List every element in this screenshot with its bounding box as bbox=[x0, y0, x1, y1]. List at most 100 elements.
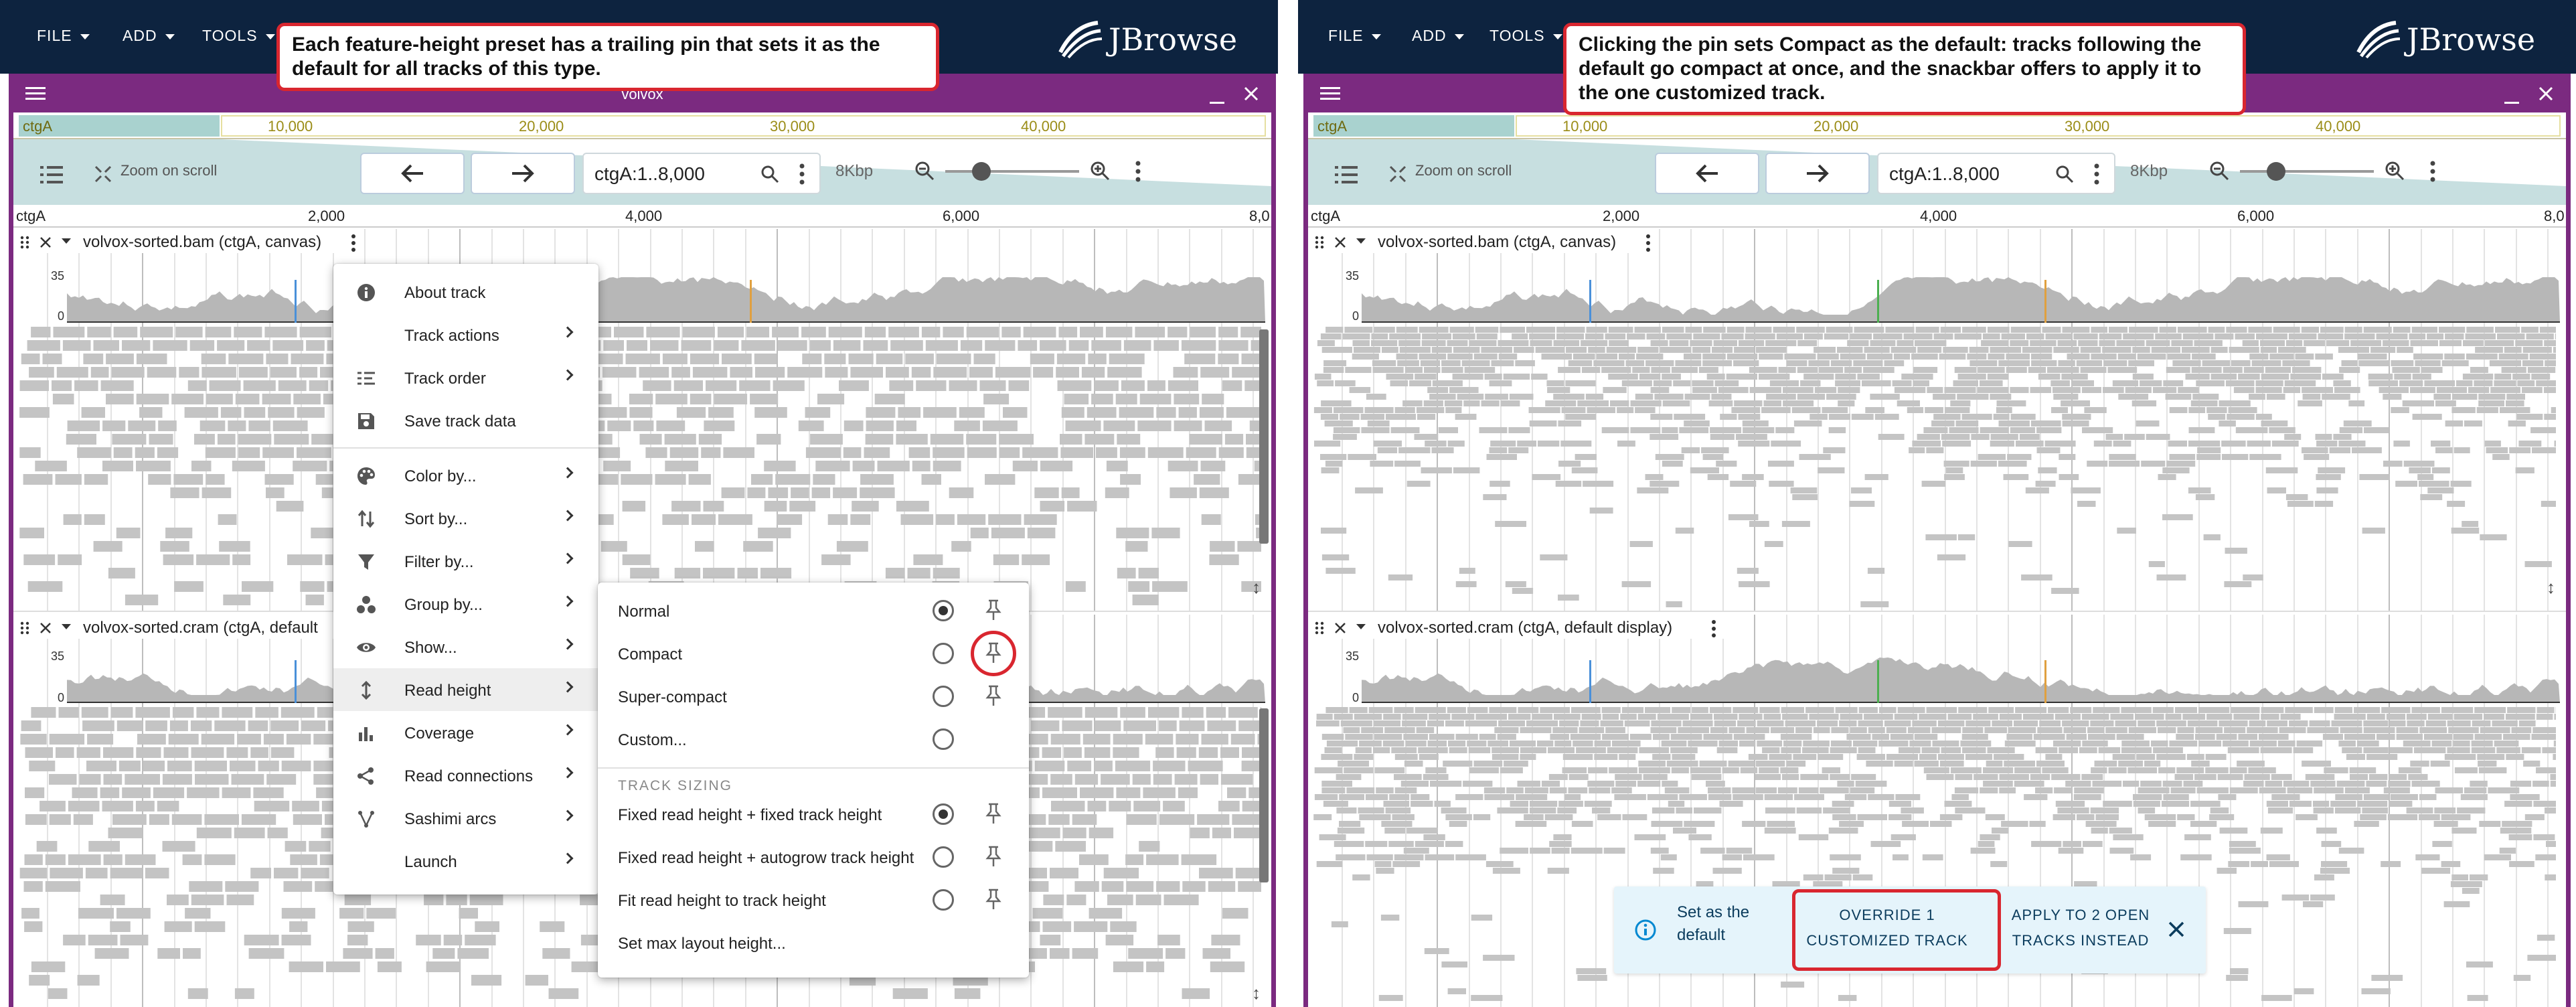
sizing-fit[interactable]: Fit read height to track height bbox=[598, 878, 1029, 921]
more-vert-icon[interactable] bbox=[2094, 163, 2099, 185]
location-search[interactable]: ctgA:1..8,000 bbox=[582, 153, 821, 194]
sizing-fixed-fixed[interactable]: Fixed read height + fixed track height bbox=[598, 793, 1029, 836]
zoom-on-scroll-label[interactable]: Zoom on scroll bbox=[120, 162, 217, 179]
menu-item-group-by[interactable]: Group by... bbox=[333, 583, 598, 625]
menu-item-color-by[interactable]: Color by... bbox=[333, 454, 598, 497]
track-selector-icon[interactable] bbox=[40, 165, 63, 185]
menu-item-read-connections[interactable]: Read connections bbox=[333, 754, 598, 797]
drag-handle-icon[interactable] bbox=[1315, 236, 1324, 249]
pin-icon[interactable] bbox=[983, 888, 1003, 911]
zoom-out-icon[interactable] bbox=[914, 161, 935, 181]
back-button[interactable] bbox=[360, 153, 465, 194]
preset-compact[interactable]: Compact bbox=[598, 631, 1029, 676]
close-track-icon[interactable] bbox=[1334, 621, 1347, 635]
tools-menu[interactable]: TOOLS bbox=[1490, 27, 1562, 45]
overview-scalebar[interactable]: ctgA 10,000 20,000 30,000 40,000 bbox=[1308, 112, 2566, 139]
radio-super-compact[interactable] bbox=[933, 686, 954, 707]
menu-item-filter-by[interactable]: Filter by... bbox=[333, 540, 598, 583]
close-icon[interactable] bbox=[2167, 920, 2186, 939]
more-vert-icon[interactable] bbox=[799, 163, 805, 185]
minimize-icon[interactable] bbox=[2504, 91, 2519, 106]
search-icon[interactable] bbox=[760, 165, 779, 183]
zoom-in-icon[interactable] bbox=[2385, 161, 2405, 181]
zoom-on-scroll-label[interactable]: Zoom on scroll bbox=[1415, 162, 1512, 179]
sizing-fixed-autogrow[interactable]: Fixed read height + autogrow track heigh… bbox=[598, 836, 1029, 878]
drag-handle-icon[interactable] bbox=[20, 236, 29, 249]
minimize-icon[interactable] bbox=[1210, 91, 1224, 106]
view-more-vert-icon[interactable] bbox=[2430, 161, 2435, 182]
overview-scalebar[interactable]: ctgA 10,000 20,000 30,000 40,000 bbox=[13, 112, 1271, 139]
menu-item-save-track-data[interactable]: Save track data bbox=[333, 399, 598, 442]
menu-item-sashimi-arcs[interactable]: Sashimi arcs bbox=[333, 797, 598, 840]
preset-super-compact[interactable]: Super-compact bbox=[598, 675, 1029, 718]
radio-fixed-autogrow[interactable] bbox=[933, 846, 954, 868]
zoom-out-icon[interactable] bbox=[2209, 161, 2229, 181]
zoom-on-scroll-icon[interactable] bbox=[1388, 165, 1407, 183]
collapse-icon[interactable] bbox=[1356, 624, 1366, 631]
drag-handle-icon[interactable] bbox=[1315, 621, 1324, 635]
pin-icon[interactable] bbox=[983, 802, 1003, 825]
collapse-icon[interactable] bbox=[1356, 238, 1366, 245]
close-track-icon[interactable] bbox=[1334, 236, 1347, 249]
file-menu[interactable]: FILE bbox=[37, 27, 90, 45]
zoom-slider-thumb[interactable] bbox=[2267, 162, 2285, 181]
sizing-max-layout[interactable]: Set max layout height... bbox=[598, 921, 1029, 964]
file-menu[interactable]: FILE bbox=[1328, 27, 1381, 45]
preset-custom[interactable]: Custom... bbox=[598, 718, 1029, 761]
collapse-icon[interactable] bbox=[62, 624, 71, 631]
menu-item-coverage[interactable]: Coverage bbox=[333, 711, 598, 754]
track-name[interactable]: volvox-sorted.bam (ctgA, canvas) bbox=[1378, 233, 1616, 252]
search-icon[interactable] bbox=[2055, 165, 2074, 183]
resize-handle-icon[interactable]: ↕ bbox=[1252, 983, 1261, 1004]
track-name[interactable]: volvox-sorted.bam (ctgA, canvas) bbox=[83, 233, 321, 252]
add-menu[interactable]: ADD bbox=[1412, 27, 1464, 45]
radio-normal[interactable] bbox=[933, 600, 954, 621]
track-menu-icon[interactable] bbox=[351, 234, 356, 252]
pin-icon[interactable] bbox=[983, 599, 1003, 621]
resize-handle-icon[interactable]: ↕ bbox=[1252, 577, 1261, 598]
menu-item-track-order[interactable]: Track order bbox=[333, 356, 598, 399]
location-input[interactable]: ctgA:1..8,000 bbox=[1889, 163, 2000, 185]
zoom-in-icon[interactable] bbox=[1090, 161, 1110, 181]
view-more-vert-icon[interactable] bbox=[1135, 161, 1141, 182]
menu-item-launch[interactable]: Launch bbox=[333, 840, 598, 882]
zoom-on-scroll-icon[interactable] bbox=[94, 165, 112, 183]
pin-icon[interactable] bbox=[983, 845, 1003, 868]
close-icon[interactable] bbox=[1243, 86, 1259, 102]
radio-compact[interactable] bbox=[933, 643, 954, 664]
menu-item-read-height[interactable]: Read height bbox=[333, 668, 598, 711]
add-menu[interactable]: ADD bbox=[123, 27, 175, 45]
menu-item-sort-by[interactable]: Sort by... bbox=[333, 497, 598, 540]
close-track-icon[interactable] bbox=[39, 236, 52, 249]
location-input[interactable]: ctgA:1..8,000 bbox=[594, 163, 705, 185]
close-track-icon[interactable] bbox=[39, 621, 52, 635]
track-name[interactable]: volvox-sorted.cram (ctgA, default bbox=[83, 619, 318, 637]
tools-menu[interactable]: TOOLS bbox=[202, 27, 275, 45]
zoom-slider-thumb[interactable] bbox=[972, 162, 991, 181]
menu-item-track-actions[interactable]: Track actions bbox=[333, 313, 598, 356]
zoom-slider[interactable] bbox=[2240, 170, 2374, 173]
radio-custom[interactable] bbox=[933, 728, 954, 750]
view-menu-icon[interactable] bbox=[1320, 86, 1340, 102]
track-scrollbar[interactable] bbox=[1259, 329, 1269, 544]
close-icon[interactable] bbox=[2538, 86, 2554, 102]
drag-handle-icon[interactable] bbox=[20, 621, 29, 635]
track-menu-icon[interactable] bbox=[1645, 234, 1651, 252]
pin-icon[interactable] bbox=[983, 684, 1003, 707]
back-button[interactable] bbox=[1655, 153, 1759, 194]
radio-fit[interactable] bbox=[933, 889, 954, 911]
apply-to-open-tracks-button[interactable]: APPLY TO 2 OPEN TRACKS INSTEAD bbox=[2010, 903, 2151, 953]
forward-button[interactable] bbox=[1765, 153, 1870, 194]
forward-button[interactable] bbox=[471, 153, 575, 194]
zoom-slider[interactable] bbox=[945, 170, 1079, 173]
menu-item-show[interactable]: Show... bbox=[333, 625, 598, 668]
radio-fixed-fixed[interactable] bbox=[933, 803, 954, 825]
resize-handle-icon[interactable]: ↕ bbox=[2547, 577, 2555, 598]
track-selector-icon[interactable] bbox=[1335, 165, 1358, 185]
preset-normal[interactable]: Normal bbox=[598, 589, 1029, 632]
location-search[interactable]: ctgA:1..8,000 bbox=[1877, 153, 2115, 194]
track-scrollbar[interactable] bbox=[1259, 708, 1269, 882]
track-name[interactable]: volvox-sorted.cram (ctgA, default displa… bbox=[1378, 619, 1672, 637]
collapse-icon[interactable] bbox=[62, 238, 71, 245]
track-menu-icon[interactable] bbox=[1711, 620, 1716, 637]
